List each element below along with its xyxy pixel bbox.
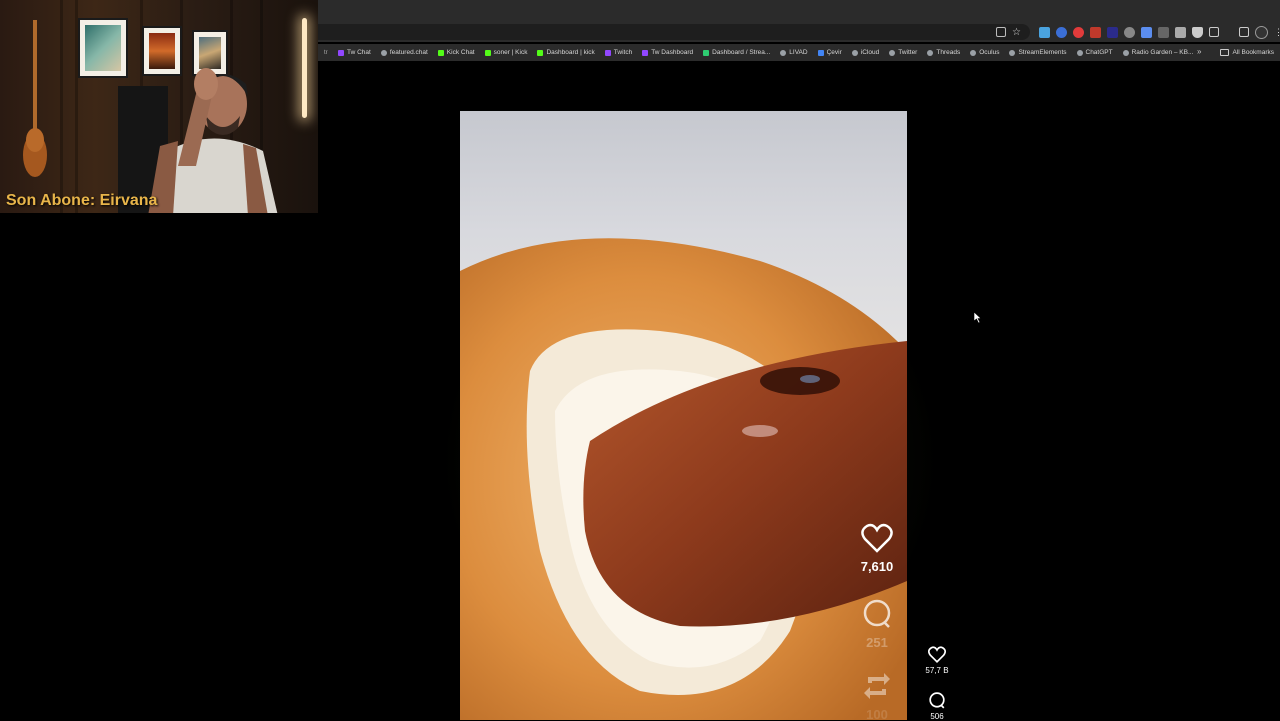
bookmarks-bar: tr Tw Chat featured.chat Kick Chat soner…: [318, 44, 1280, 61]
bookmark-item[interactable]: iCloud: [851, 49, 879, 56]
comment-icon: [929, 692, 945, 709]
address-bar[interactable]: [318, 24, 1030, 40]
bookmark-item[interactable]: Radio Garden – KB...: [1122, 49, 1193, 56]
more-menu-icon[interactable]: ⋮: [1274, 27, 1280, 38]
twitch-icon: [642, 49, 649, 56]
video-comment-action[interactable]: 251: [852, 599, 902, 650]
streamelements-icon: [703, 49, 710, 56]
folder-icon: [1220, 49, 1230, 56]
video-like-action[interactable]: 7,610: [852, 523, 902, 574]
bookmark-overflow-fragment: tr: [324, 49, 328, 56]
globe-icon: [380, 49, 387, 56]
heart-icon: [861, 523, 893, 553]
side-like-count: 57,7 B: [925, 666, 949, 675]
webcam-overlay: Son Abone: Eirvana: [0, 0, 318, 213]
guitar-icon: [23, 20, 47, 177]
bookmarks-overflow-chevron-icon[interactable]: »: [1197, 47, 1201, 56]
video-repost-action[interactable]: 100: [852, 671, 902, 720]
globe-icon: [1009, 49, 1016, 56]
extension-icon[interactable]: [1089, 26, 1101, 38]
extension-icon[interactable]: [1072, 26, 1084, 38]
bookmark-item[interactable]: StreamElements: [1009, 49, 1067, 56]
bookmark-item[interactable]: Dashboard / Strea...: [703, 49, 770, 56]
like-count: 7,610: [860, 559, 894, 574]
repost-icon: [864, 673, 890, 699]
bookmark-item[interactable]: Twitch: [604, 49, 632, 56]
kick-icon: [537, 49, 544, 56]
mouse-cursor-icon: [974, 312, 982, 323]
all-bookmarks-button[interactable]: All Bookmarks: [1220, 44, 1274, 61]
globe-icon: [927, 49, 934, 56]
bookmark-item[interactable]: ChatGPT: [1076, 49, 1113, 56]
bookmark-item[interactable]: Threads: [927, 49, 960, 56]
install-app-icon[interactable]: [996, 27, 1006, 37]
twitch-icon: [338, 49, 344, 56]
video-player[interactable]: 7,610 251 100: [460, 111, 907, 720]
bookmark-item[interactable]: soner | Kick: [484, 49, 527, 56]
globe-icon: [970, 49, 977, 56]
extension-icon[interactable]: [1123, 26, 1135, 38]
bookmark-item[interactable]: Twitter: [889, 49, 917, 56]
globe-icon: [1122, 49, 1129, 56]
globe-icon: [851, 49, 858, 56]
translate-icon: [817, 49, 824, 56]
video-frame-food: [460, 238, 907, 720]
bookmark-item[interactable]: Kick Chat: [437, 49, 475, 56]
globe-icon: [1076, 49, 1083, 56]
kick-icon: [484, 49, 491, 56]
extension-icon[interactable]: [1157, 26, 1169, 38]
extension-icon[interactable]: [1038, 26, 1050, 38]
globe-icon: [889, 49, 896, 56]
extension-icon[interactable]: [1140, 26, 1152, 38]
comment-icon: [863, 599, 891, 628]
toolbar-icons: ☆ ⋮: [996, 25, 1280, 39]
shield-icon[interactable]: [1191, 26, 1203, 38]
bookmark-item[interactable]: Tw Chat: [338, 49, 371, 56]
puzzle-icon[interactable]: [1208, 27, 1219, 37]
bookmark-item[interactable]: Dashboard | kick: [537, 49, 595, 56]
twitch-icon: [604, 49, 611, 56]
kick-icon: [437, 49, 444, 56]
bookmark-item[interactable]: featured.chat: [380, 49, 428, 56]
reading-list-icon[interactable]: [1238, 27, 1249, 37]
bookmark-item[interactable]: Oculus: [970, 49, 999, 56]
comment-count: 251: [866, 635, 888, 650]
globe-icon: [780, 49, 787, 56]
bookmark-item[interactable]: Tw Dashboard: [642, 49, 693, 56]
repost-count: 100: [866, 707, 888, 720]
streamer-person: [118, 68, 278, 213]
heart-icon: [928, 646, 946, 663]
extension-icon[interactable]: [1106, 26, 1118, 38]
profile-avatar-icon[interactable]: [1254, 25, 1268, 39]
extension-icon[interactable]: [1174, 26, 1186, 38]
extension-icon[interactable]: [1055, 26, 1067, 38]
bookmark-star-icon[interactable]: ☆: [1012, 27, 1021, 38]
last-subscriber-caption: Son Abone: Eirvana: [6, 192, 158, 209]
bookmark-item[interactable]: Çevir: [817, 49, 842, 56]
browser-tab-strip: [318, 0, 1280, 22]
bookmark-item[interactable]: LIVAD: [780, 49, 808, 56]
side-comment-action[interactable]: 506: [917, 692, 957, 721]
side-like-action[interactable]: 57,7 B: [917, 646, 957, 675]
